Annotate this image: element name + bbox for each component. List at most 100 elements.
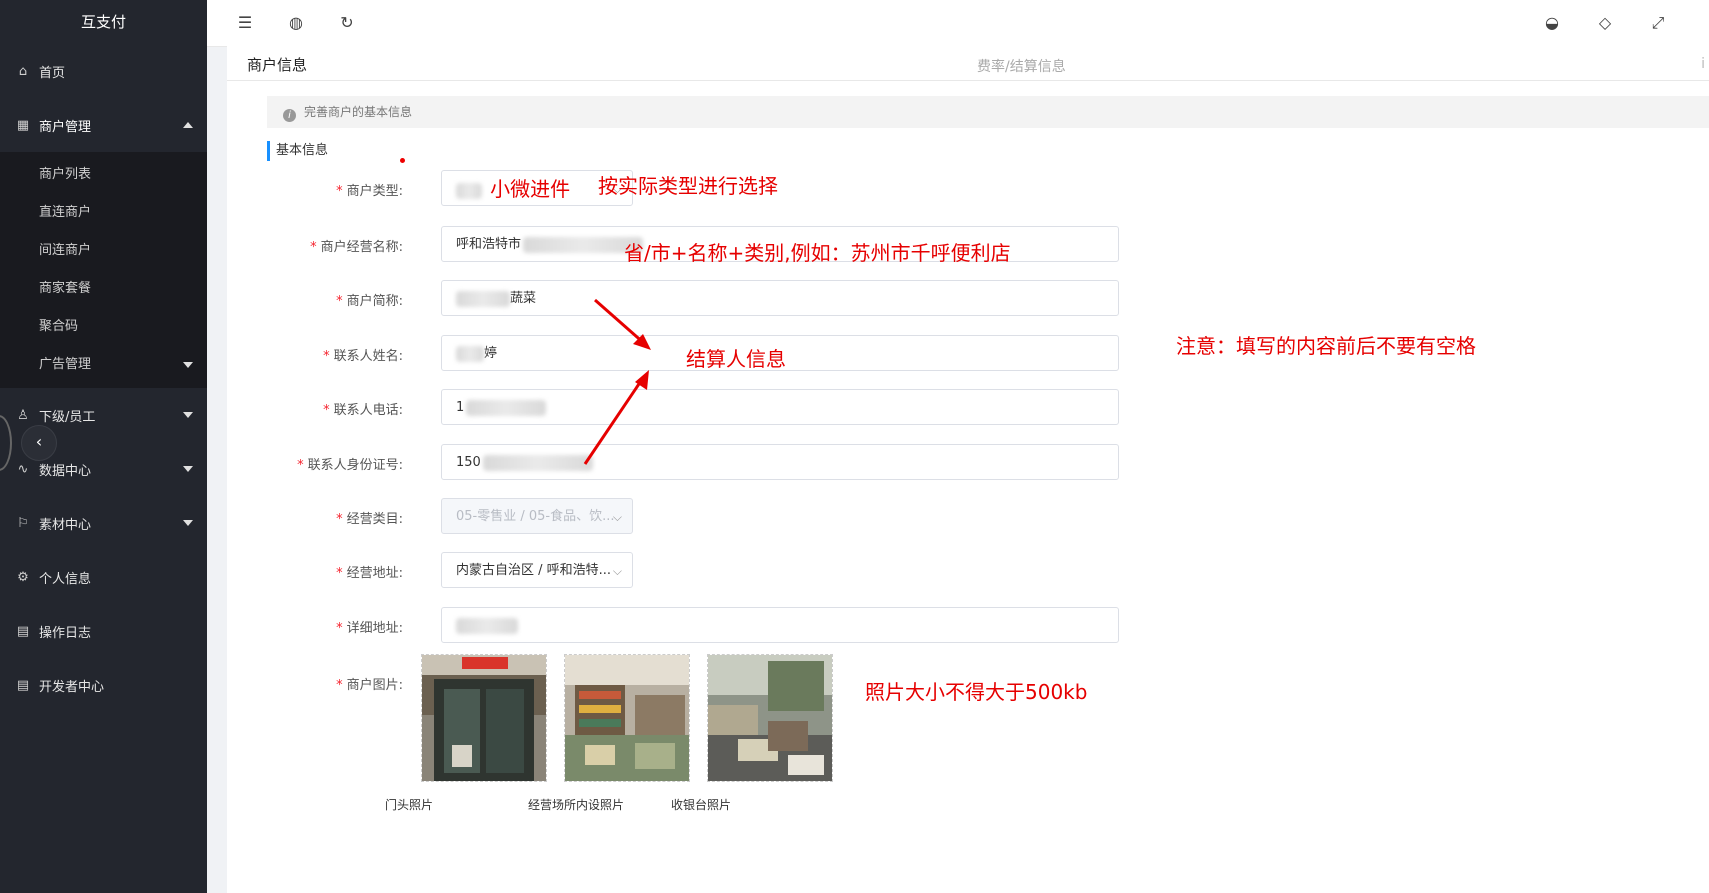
panel-header: 商户信息 费率/结算信息 i (227, 46, 1709, 81)
contact-id-value: 150 (456, 455, 481, 470)
caret-down-icon (183, 412, 193, 418)
sidebar-item-label: 首页 (39, 65, 66, 81)
merchant-submenu: 商户列表 直连商户 间连商户 商家套餐 聚合码 广告管理 (0, 152, 207, 388)
sidebar-item-developer-center[interactable]: ▤ 开发者中心 (0, 658, 207, 712)
cashier-photo[interactable] (707, 654, 833, 782)
submenu-item-ad-management[interactable]: 广告管理 (0, 346, 207, 384)
form-label: * 经营类目: (336, 512, 403, 527)
annotation-no-spaces: 注意：填写的内容前后不要有空格 (1176, 334, 1476, 358)
arrow-line-upper (594, 298, 646, 346)
form-label: * 联系人身份证号: (297, 458, 403, 473)
sidebar-item-personal-info[interactable]: ⚙ 个人信息 (0, 550, 207, 604)
gear-icon: ⚙ (17, 569, 29, 585)
form-row-detail-address: * 详细地址: (267, 607, 1267, 645)
merchant-type-value: 小微进件 (490, 177, 571, 201)
short-name-value: 蔬菜 (510, 291, 537, 306)
detail-address-input[interactable] (441, 607, 1119, 643)
menu-fold-icon[interactable]: ☰ (234, 12, 256, 34)
form-label: * 商户图片: (336, 678, 403, 693)
submenu-item-aggregate-code[interactable]: 聚合码 (0, 308, 207, 346)
contact-id-input[interactable]: 150 (441, 444, 1119, 480)
flag-icon: ⚐ (17, 515, 29, 531)
redacted-text (456, 345, 484, 362)
pulse-icon: ∿ (17, 461, 29, 477)
form-label: * 商户简称: (336, 294, 403, 309)
home-icon: ⌂ (18, 63, 28, 79)
grid-icon: ▦ (16, 117, 30, 133)
sidebar-item-label: 数据中心 (39, 463, 92, 479)
storefront-photo[interactable] (421, 654, 547, 782)
address-cascader[interactable]: 内蒙古自治区 / 呼和浩特... ⌵ (441, 552, 633, 588)
sidebar-item-label: 商户管理 (39, 119, 92, 135)
category-value: 05-零售业 / 05-食品、饮... (456, 509, 615, 524)
fullscreen-icon[interactable]: ⤢ (1647, 12, 1669, 34)
submenu-item-merchant-list[interactable]: 商户列表 (0, 156, 207, 194)
caret-down-icon (183, 466, 193, 472)
annotation-settlement: 结算人信息 (686, 347, 786, 371)
tab-rate-settlement[interactable]: 费率/结算信息 (977, 56, 1066, 76)
form-label: * 经营地址: (336, 566, 403, 581)
contact-phone-value: 1 (456, 400, 465, 415)
sidebar-item-home[interactable]: ⌂ 首页 (0, 44, 207, 98)
contact-name-value: 婷 (484, 346, 498, 361)
annotation-photo-size: 照片大小不得大于500kb (865, 680, 1088, 704)
globe-icon[interactable]: ◍ (285, 12, 307, 34)
short-name-input[interactable]: 蔬菜 (441, 280, 1119, 316)
caret-up-icon (183, 122, 193, 128)
photo-caption: 门头照片 (385, 798, 434, 812)
photo-caption: 收银台照片 (671, 798, 732, 812)
chevron-left-icon: ‹ (35, 432, 43, 451)
contact-phone-input[interactable]: 1 (441, 389, 1119, 425)
submenu-item-direct-merchant[interactable]: 直连商户 (0, 194, 207, 232)
refresh-icon[interactable]: ↻ (336, 12, 358, 34)
annotation-arrows (583, 298, 651, 465)
merchant-info-panel: 商户信息 费率/结算信息 i i 完善商户的基本信息 基本信息 * 商户类型: 小微… (227, 46, 1709, 893)
photo-caption: 经营场所内设照片 (528, 798, 625, 812)
interior-photo[interactable] (564, 654, 690, 782)
submenu-item-merchant-package[interactable]: 商家套餐 (0, 270, 207, 308)
annotation-dot (400, 158, 405, 163)
annotation-select-type: 按实际类型进行选择 (598, 174, 778, 198)
cashier-image (708, 655, 832, 781)
form-label: * 联系人姓名: (323, 349, 403, 364)
category-select[interactable]: 05-零售业 / 05-食品、饮... ⌵ (441, 498, 633, 534)
sidebar-item-material-center[interactable]: ⚐ 素材中心 (0, 496, 207, 550)
form-label: * 商户类型: (336, 184, 403, 199)
app-brand: 互支付 (80, 13, 126, 31)
sidebar-item-label: 下级/员工 (39, 409, 96, 425)
caret-down-icon (183, 520, 193, 526)
palette-icon[interactable]: ◒ (1541, 12, 1563, 34)
redacted-text (466, 399, 547, 416)
tag-icon[interactable]: ◇ (1594, 12, 1616, 34)
chevron-down-icon: ⌵ (612, 510, 622, 524)
form-row-short-name: * 商户简称: 蔬菜 (267, 280, 1267, 318)
submenu-item-indirect-merchant[interactable]: 间连商户 (0, 232, 207, 270)
info-alert: i 完善商户的基本信息 (267, 96, 1709, 128)
form-label: * 联系人电话: (323, 403, 403, 418)
sidebar-item-operation-log[interactable]: ▤ 操作日志 (0, 604, 207, 658)
sidebar-item-label: 个人信息 (39, 571, 92, 587)
redacted-text (456, 617, 518, 634)
redacted-text (456, 182, 482, 199)
arrow-line-lower (583, 377, 645, 465)
tab-overflow[interactable]: i (1701, 56, 1705, 72)
sidebar-item-label: 操作日志 (39, 625, 92, 641)
section-title: 基本信息 (267, 141, 328, 161)
form-label: * 商户经营名称: (310, 240, 403, 255)
storefront-image (422, 655, 546, 781)
user-icon: ♙ (17, 407, 29, 423)
sidebar-item-merchant-management[interactable]: ▦ 商户管理 (0, 98, 207, 152)
form-row-category: * 经营类目: 05-零售业 / 05-食品、饮... ⌵ (267, 498, 1267, 536)
address-value: 内蒙古自治区 / 呼和浩特... (456, 563, 612, 578)
document-icon: ▤ (16, 677, 30, 693)
redacted-text (456, 290, 510, 307)
business-name-value: 呼和浩特市 (456, 237, 522, 252)
interior-image (565, 655, 689, 781)
document-icon: ▤ (16, 623, 30, 639)
form-row-address: * 经营地址: 内蒙古自治区 / 呼和浩特... ⌵ (267, 552, 1267, 590)
caret-down-icon (183, 362, 193, 368)
info-text: 完善商户的基本信息 (304, 105, 413, 119)
annotation-name-format: 省/市+名称+类别,例如：苏州市千呼便利店 (624, 241, 1011, 265)
form-row-contact-phone: * 联系人电话: 1 (267, 389, 1267, 427)
sidebar-collapse-button[interactable]: ‹ (21, 425, 57, 461)
